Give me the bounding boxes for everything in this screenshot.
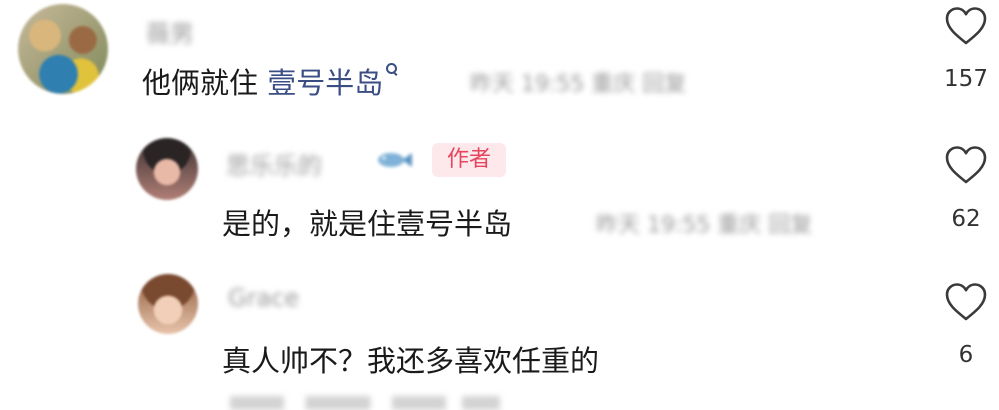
comment-meta: 昨天 19:55 重庆 回复 xyxy=(470,72,687,97)
heart-outline-icon[interactable] xyxy=(944,6,988,46)
comment-text: 他俩就住 壹号半岛 xyxy=(142,60,399,102)
fish-emoji-icon xyxy=(378,153,412,167)
author-badge: 作者 xyxy=(432,143,506,177)
truncated-comment-meta xyxy=(230,396,500,410)
like-count: 62 xyxy=(951,206,981,232)
comment-username[interactable]: 思乐乐的 xyxy=(226,146,322,181)
place-link-label[interactable]: 壹号半岛 xyxy=(267,66,383,100)
comment-text: 真人帅不？我还多喜欢任重的 xyxy=(222,344,600,378)
like-count: 157 xyxy=(944,66,988,92)
avatar[interactable] xyxy=(18,4,108,94)
avatar[interactable] xyxy=(136,138,198,200)
comment-username[interactable]: 薇男 xyxy=(146,14,194,49)
comment-username[interactable]: Grace xyxy=(228,284,299,312)
place-link[interactable]: 壹号半岛 xyxy=(267,63,399,100)
avatar[interactable] xyxy=(138,274,198,334)
heart-outline-icon[interactable] xyxy=(944,282,988,322)
search-icon xyxy=(385,60,399,82)
like-count: 6 xyxy=(958,342,974,368)
comment-text: 是的，就是住壹号半岛 xyxy=(222,207,513,241)
comment-meta: 昨天 19:55 重庆 回复 xyxy=(596,213,813,238)
comment-text-body: 他俩就住 xyxy=(142,66,268,100)
heart-outline-icon[interactable] xyxy=(944,145,988,185)
